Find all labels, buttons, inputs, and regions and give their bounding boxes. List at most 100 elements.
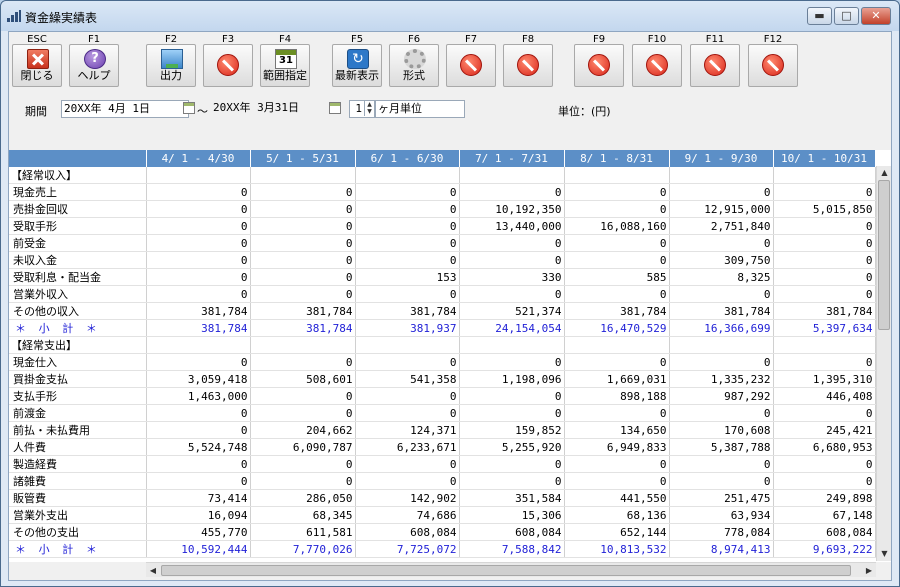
table-cell[interactable] [355, 167, 460, 185]
table-cell[interactable]: 0 [773, 455, 876, 474]
vertical-scrollbar[interactable]: ▲ ▼ [876, 166, 891, 561]
table-cell[interactable]: 245,421 [773, 421, 876, 440]
table-cell[interactable]: 170,608 [669, 421, 774, 440]
table-cell[interactable]: 0 [564, 251, 670, 270]
table-cell[interactable]: 286,050 [250, 489, 356, 508]
table-cell[interactable]: 7,725,072 [355, 540, 460, 559]
table-row[interactable]: 販管費 73,414 286,050 142,902 351,584 441,550 251… [9, 489, 876, 508]
table-cell[interactable]: 0 [250, 455, 356, 474]
table-cell[interactable]: 16,088,160 [564, 217, 670, 236]
table-cell[interactable]: 0 [355, 183, 460, 202]
table-cell[interactable]: 0 [146, 421, 251, 440]
table-row[interactable]: その他の収入 381,784 381,784 381,784 521,374 381,78… [9, 302, 876, 321]
table-cell[interactable]: 0 [773, 268, 876, 287]
table-cell[interactable]: 16,470,529 [564, 319, 670, 338]
table-cell[interactable] [669, 167, 774, 185]
table-cell[interactable]: 0 [146, 404, 251, 423]
table-cell[interactable]: 0 [564, 353, 670, 372]
table-cell[interactable]: 0 [773, 251, 876, 270]
table-cell[interactable]: 508,601 [250, 370, 356, 389]
table-cell[interactable]: 0 [355, 234, 460, 253]
table-cell[interactable] [773, 336, 876, 355]
table-cell[interactable]: 0 [459, 387, 565, 406]
table-cell[interactable]: 381,784 [146, 302, 251, 321]
table-cell[interactable] [250, 336, 356, 355]
table-cell[interactable] [146, 167, 251, 185]
table-cell[interactable]: 13,440,000 [459, 217, 565, 236]
table-cell[interactable]: 0 [773, 353, 876, 372]
table-row[interactable]: その他の支出 455,770 611,581 608,084 608,084 652,14… [9, 523, 876, 542]
calendar-icon[interactable] [183, 102, 195, 114]
step-unit-select[interactable]: ヶ月単位 [375, 100, 465, 118]
table-cell[interactable]: 24,154,054 [459, 319, 565, 338]
table-cell[interactable]: 0 [459, 455, 565, 474]
table-cell[interactable]: 351,584 [459, 489, 565, 508]
table-cell[interactable]: 0 [459, 404, 565, 423]
toolbar-button-f3[interactable]: F3 [202, 32, 254, 90]
table-cell[interactable]: 0 [669, 404, 774, 423]
toolbar-button-f10[interactable]: F10 [631, 32, 683, 90]
table-cell[interactable]: 0 [564, 183, 670, 202]
period-column-header[interactable]: 7/ 1 - 7/31 [459, 150, 565, 167]
table-cell[interactable]: 0 [355, 353, 460, 372]
toolbar-button-f11[interactable]: F11 [689, 32, 741, 90]
table-cell[interactable]: 5,255,920 [459, 438, 565, 457]
table-cell[interactable]: 0 [146, 217, 251, 236]
table-row[interactable]: 諸雑費 0 0 0 0 0 0 0 [9, 472, 876, 491]
table-cell[interactable]: 16,094 [146, 506, 251, 525]
table-cell[interactable]: 1,463,000 [146, 387, 251, 406]
table-cell[interactable]: 381,784 [250, 319, 356, 338]
table-row[interactable]: 人件費 5,524,748 6,090,787 6,233,671 5,255,920 6… [9, 438, 876, 457]
table-cell[interactable]: 0 [669, 455, 774, 474]
table-cell[interactable]: 608,084 [773, 523, 876, 542]
table-cell[interactable]: 381,784 [669, 302, 774, 321]
table-cell[interactable]: 381,784 [564, 302, 670, 321]
table-cell[interactable]: 0 [459, 251, 565, 270]
table-cell[interactable]: 0 [564, 404, 670, 423]
toolbar-button-f2[interactable]: F2 出力 [145, 32, 197, 90]
table-cell[interactable]: 0 [250, 217, 356, 236]
table-cell[interactable]: 0 [459, 353, 565, 372]
toolbar-button-face[interactable]: 出力 [146, 44, 196, 87]
table-cell[interactable]: 1,669,031 [564, 370, 670, 389]
table-cell[interactable]: 0 [773, 183, 876, 202]
table-cell[interactable]: 0 [564, 455, 670, 474]
table-cell[interactable]: 68,136 [564, 506, 670, 525]
table-cell[interactable]: 0 [773, 217, 876, 236]
table-cell[interactable]: 0 [564, 200, 670, 219]
table-cell[interactable]: 0 [146, 200, 251, 219]
subtotal-row[interactable]: ＊ 小 計 ＊ 381,784 381,784 381,937 24,154,054 16… [9, 319, 876, 338]
scroll-down-icon[interactable]: ▼ [877, 547, 892, 561]
table-cell[interactable]: 0 [250, 268, 356, 287]
table-cell[interactable]: 5,387,788 [669, 438, 774, 457]
period-column-header[interactable]: 6/ 1 - 6/30 [355, 150, 460, 167]
table-cell[interactable]: 0 [146, 455, 251, 474]
table-cell[interactable]: 0 [355, 251, 460, 270]
table-cell[interactable]: 204,662 [250, 421, 356, 440]
table-cell[interactable] [564, 167, 670, 185]
horizontal-scroll-thumb[interactable] [161, 565, 851, 576]
toolbar-button-face[interactable] [203, 44, 253, 87]
toolbar-button-face[interactable]: ↻ 最新表示 [332, 44, 382, 87]
table-cell[interactable]: 0 [250, 472, 356, 491]
table-cell[interactable]: 521,374 [459, 302, 565, 321]
table-cell[interactable]: 381,784 [773, 302, 876, 321]
table-cell[interactable]: 381,784 [355, 302, 460, 321]
table-cell[interactable]: 0 [250, 387, 356, 406]
table-cell[interactable]: 12,915,000 [669, 200, 774, 219]
table-cell[interactable]: 455,770 [146, 523, 251, 542]
toolbar-button-face[interactable] [574, 44, 624, 87]
table-cell[interactable]: 987,292 [669, 387, 774, 406]
table-cell[interactable]: 0 [459, 234, 565, 253]
toolbar-button-face[interactable] [632, 44, 682, 87]
table-cell[interactable]: 778,084 [669, 523, 774, 542]
table-cell[interactable]: 0 [773, 472, 876, 491]
table-cell[interactable]: 0 [459, 285, 565, 304]
table-cell[interactable]: 0 [773, 404, 876, 423]
close-window-button[interactable]: ✕ [861, 7, 891, 25]
scroll-left-icon[interactable]: ◀ [146, 563, 160, 578]
table-cell[interactable]: 6,949,833 [564, 438, 670, 457]
table-cell[interactable]: 0 [669, 183, 774, 202]
table-cell[interactable]: 0 [355, 472, 460, 491]
toolbar-button-face[interactable]: ? ヘルプ [69, 44, 119, 87]
